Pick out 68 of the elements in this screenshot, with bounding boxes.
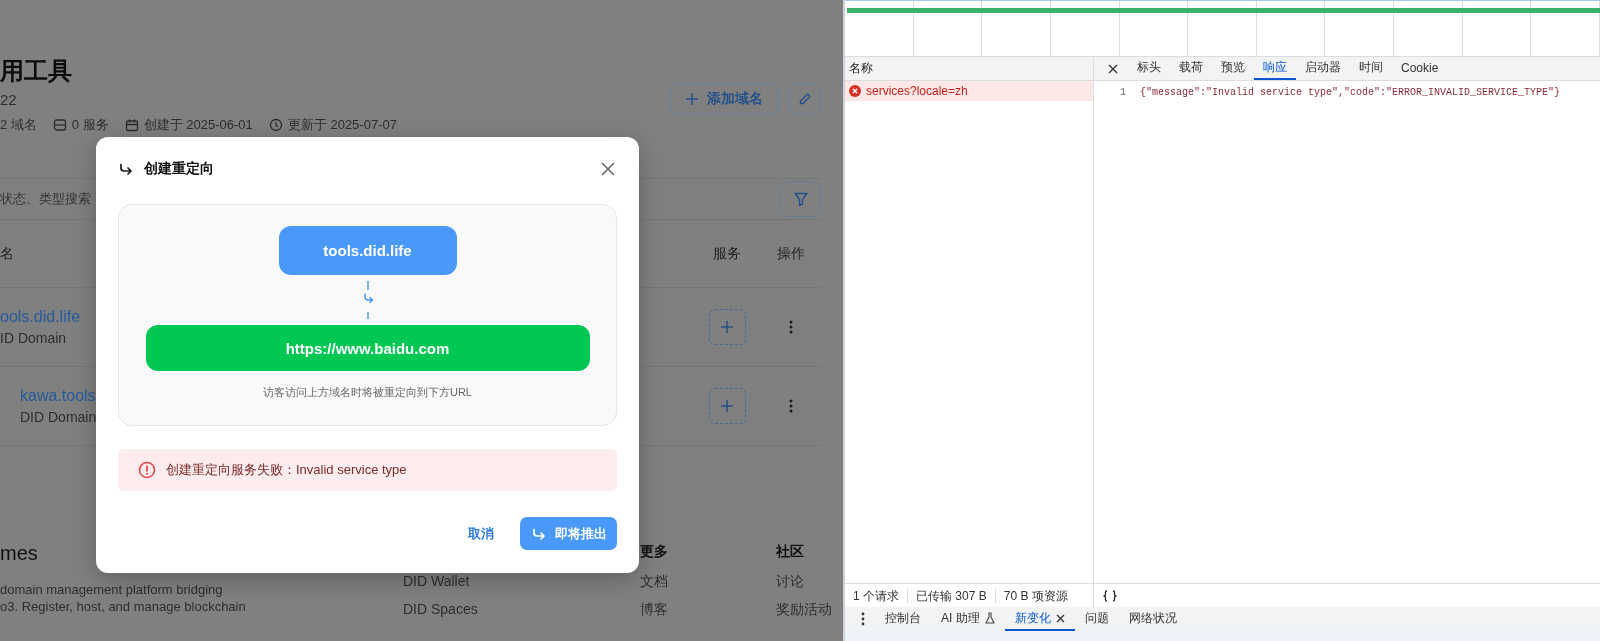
detail-tab[interactable]: 启动器: [1296, 57, 1350, 80]
line-number: 1: [1119, 86, 1127, 100]
redirect-arrow-icon: [530, 526, 547, 541]
meta-text: 2 域名: [0, 116, 37, 134]
server-icon: [52, 118, 67, 132]
drawer-tab[interactable]: 网络状况: [1118, 607, 1187, 631]
error-icon: [849, 85, 861, 97]
dialog-title: 创建重定向: [144, 160, 215, 178]
footer-link[interactable]: 奖励活动: [776, 600, 832, 618]
status-text: 已传输 307 B: [908, 588, 996, 603]
pencil-icon: [798, 92, 812, 106]
footer-description: domain management platform bridging: [0, 581, 224, 598]
detail-tab[interactable]: 标头: [1128, 57, 1170, 80]
calendar-icon: [124, 118, 139, 132]
error-icon: [138, 461, 156, 479]
clock-icon: [268, 118, 283, 132]
footer-description: o3. Register, host, and manage blockchain: [0, 598, 247, 615]
more-icon: [789, 320, 793, 334]
status-text: 1 个请求: [845, 588, 908, 603]
detail-tab[interactable]: 预览: [1212, 57, 1254, 80]
error-message: 创建重定向服务失败：Invalid service type: [166, 461, 407, 479]
page-title: 用工具: [0, 56, 73, 86]
close-icon: [1055, 613, 1065, 623]
drawer-tab[interactable]: 问题: [1074, 607, 1119, 631]
cancel-button[interactable]: 取消: [464, 518, 498, 549]
name-column-header: 名称: [845, 57, 1093, 81]
brand-name: mes: [0, 541, 39, 566]
drawer-tab[interactable]: 控制台: [875, 607, 931, 631]
close-icon: [601, 162, 615, 176]
footer-link[interactable]: DID Wallet: [403, 572, 640, 590]
status-text: 70 B 项资源: [1002, 588, 1069, 603]
close-icon: [1108, 63, 1118, 74]
more-icon: [861, 612, 865, 626]
detail-tab[interactable]: 载荷: [1170, 57, 1212, 80]
footer-heading: 更多: [640, 542, 669, 561]
search-placeholder[interactable]: 状态、类型搜索: [0, 190, 91, 208]
flask-icon: [984, 612, 995, 624]
detail-tab[interactable]: 响应: [1254, 57, 1296, 80]
plus-icon: [685, 92, 699, 106]
submit-button[interactable]: 即将推出: [520, 517, 617, 550]
filter-icon: [792, 191, 809, 207]
page-subtitle: 22: [0, 90, 18, 110]
request-row[interactable]: services?locale=zh: [845, 81, 1093, 101]
meta-text: 0 服务: [71, 116, 109, 134]
column-header: 名: [0, 244, 14, 263]
footer-heading: 社区: [776, 542, 805, 561]
target-url-box: https://www.baidu.com: [145, 325, 590, 371]
drawer-tab[interactable]: AI 助理: [931, 607, 1005, 631]
domain-type: DID Domain: [20, 409, 97, 425]
plus-icon: [720, 399, 734, 413]
footer-link[interactable]: DID Spaces: [403, 600, 640, 618]
footer-link[interactable]: 文档: [640, 572, 776, 590]
column-header: 服务: [713, 244, 741, 263]
redirect-arrow-icon: [118, 162, 134, 176]
source-domain-box: tools.did.life: [278, 226, 457, 275]
footer-link[interactable]: 博客: [640, 600, 776, 618]
footer-link[interactable]: 讨论: [776, 572, 832, 590]
domain-type: ID Domain: [0, 330, 67, 346]
redirect-caption: 访客访问上方域名时将被重定向到下方URL: [263, 385, 472, 400]
column-header: 操作: [777, 244, 805, 263]
more-icon: [789, 399, 793, 413]
detail-tab[interactable]: 时间: [1350, 57, 1392, 80]
meta-text: 更新于 2025-07-07: [287, 116, 397, 134]
braces-icon: [1102, 589, 1118, 602]
detail-tab[interactable]: Cookie: [1392, 57, 1448, 80]
plus-icon: [720, 320, 734, 334]
meta-text: 创建于 2025-06-01: [143, 116, 253, 134]
response-code: {"message":"Invalid service type","code":"ERROR_INVALID_SERVICE_TYPE"}: [1140, 86, 1561, 100]
